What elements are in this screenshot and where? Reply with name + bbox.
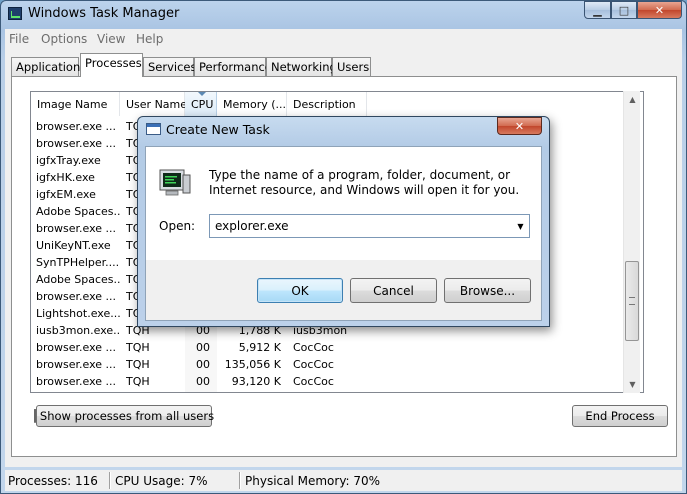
process-user: TQH bbox=[126, 375, 150, 388]
table-row[interactable]: browser.exe ... TQH 00 93,120 K CocCoc bbox=[31, 373, 631, 390]
process-user: TQH bbox=[126, 392, 186, 393]
tab-applications[interactable]: Applications bbox=[11, 57, 86, 76]
process-cpu: 00 bbox=[196, 392, 216, 393]
dialog-message: Type the name of a program, folder, docu… bbox=[209, 168, 520, 197]
process-name: Lightshot.exe... bbox=[36, 307, 121, 320]
process-name: iusb3mon.exe... bbox=[36, 324, 121, 337]
scroll-down-arrow-icon[interactable]: ▼ bbox=[624, 376, 641, 393]
dialog-close-button[interactable]: ✕ bbox=[497, 117, 542, 135]
status-processes: Processes: 116 bbox=[8, 474, 98, 488]
menu-view[interactable]: View bbox=[97, 32, 125, 46]
table-row[interactable]: browser.exe ... TQH 00 5,912 K CocCoc bbox=[31, 339, 631, 356]
uac-shield-icon bbox=[33, 409, 36, 423]
process-name: browser.exe ... bbox=[36, 358, 116, 371]
scroll-up-arrow-icon[interactable]: ▲ bbox=[624, 91, 641, 108]
process-memory: 135,056 K bbox=[224, 358, 281, 371]
process-memory: 5,912 K bbox=[238, 341, 281, 354]
process-name: igfxHK.exe bbox=[36, 171, 95, 184]
process-description: CocCoc bbox=[293, 375, 334, 388]
status-cpu-usage: CPU Usage: 7% bbox=[115, 474, 208, 488]
ok-button[interactable]: OK bbox=[257, 278, 343, 303]
process-name: browser.exe ... bbox=[36, 375, 116, 388]
process-name: SynTPHelper.... bbox=[36, 256, 120, 269]
menu-bar: File Options View Help bbox=[5, 29, 682, 49]
open-combobox[interactable]: explorer.exe ▼ bbox=[209, 214, 530, 238]
status-physical-memory: Physical Memory: 70% bbox=[245, 474, 381, 488]
browse-button[interactable]: Browse... bbox=[444, 278, 531, 303]
column-cpu[interactable]: CPU bbox=[185, 92, 217, 116]
status-separator bbox=[109, 472, 111, 489]
process-description: CocCoc bbox=[293, 341, 334, 354]
menu-file[interactable]: File bbox=[9, 32, 29, 46]
process-name: Adobe Spaces... bbox=[36, 205, 121, 218]
status-bar: Processes: 116 CPU Usage: 7% Physical Me… bbox=[5, 470, 682, 491]
process-cpu: 00 bbox=[196, 358, 210, 371]
vertical-scrollbar[interactable]: ▲ ▼ bbox=[623, 91, 640, 393]
column-description[interactable]: Description bbox=[287, 92, 367, 116]
end-process-button[interactable]: End Process bbox=[572, 405, 668, 427]
status-separator bbox=[239, 472, 241, 489]
task-manager-icon bbox=[8, 7, 22, 20]
tab-users[interactable]: Users bbox=[332, 57, 371, 76]
process-name: browser.exe ... bbox=[36, 120, 116, 133]
column-image-name[interactable]: Image Name bbox=[31, 92, 120, 116]
process-name: browser.exe ... bbox=[36, 290, 116, 303]
process-memory: 93,120 K bbox=[231, 375, 281, 388]
process-user: TQH bbox=[126, 341, 150, 354]
cancel-button[interactable]: Cancel bbox=[350, 278, 437, 303]
window-icon bbox=[146, 123, 161, 135]
process-cpu: 00 bbox=[196, 375, 210, 388]
column-user-name[interactable]: User Name bbox=[120, 92, 187, 116]
window-title: Windows Task Manager bbox=[28, 6, 180, 21]
table-row[interactable]: browser.exe ... TQH 00 135,056 K CocCoc bbox=[31, 356, 631, 373]
process-name: browser.exe ... bbox=[36, 137, 116, 150]
process-name: browser.exe ... bbox=[36, 341, 116, 354]
process-name: sidebar.exe bbox=[36, 392, 121, 393]
maximize-button[interactable]: □ bbox=[611, 1, 637, 19]
close-button[interactable]: ✕ bbox=[637, 1, 682, 19]
process-cpu: 00 bbox=[196, 341, 210, 354]
process-name: igfxTray.exe bbox=[36, 154, 101, 167]
open-label: Open: bbox=[159, 219, 196, 233]
menu-options[interactable]: Options bbox=[41, 32, 87, 46]
process-user: TQH bbox=[126, 358, 150, 371]
run-program-icon bbox=[159, 169, 191, 196]
table-row[interactable]: sidebar.exe TQH 0014,536 K Windows ... bbox=[31, 390, 631, 393]
tab-networking[interactable]: Networking bbox=[266, 57, 337, 76]
dialog-title: Create New Task bbox=[166, 122, 270, 137]
list-header: Image Name User Name CPU Memory (... Des… bbox=[31, 92, 643, 116]
process-name: UniKeyNT.exe bbox=[36, 239, 111, 252]
title-bar[interactable]: Windows Task Manager ▁ □ ✕ bbox=[1, 1, 686, 27]
tab-processes[interactable]: Processes bbox=[80, 53, 143, 77]
minimize-button[interactable]: ▁ bbox=[584, 1, 611, 19]
dropdown-arrow-icon[interactable]: ▼ bbox=[512, 215, 529, 237]
process-name: browser.exe ... bbox=[36, 222, 116, 235]
process-description: CocCoc bbox=[293, 358, 334, 371]
dialog-content: Type the name of a program, folder, docu… bbox=[146, 147, 541, 260]
scroll-thumb[interactable] bbox=[625, 261, 639, 341]
show-all-processes-button[interactable]: Show processes from all users bbox=[33, 405, 215, 427]
process-memory: 14,536 K bbox=[219, 392, 281, 393]
tab-performance[interactable]: Performance bbox=[194, 57, 272, 76]
show-all-label: Show processes from all users bbox=[39, 409, 215, 423]
tab-services[interactable]: Services bbox=[143, 57, 197, 76]
process-name: igfxEM.exe bbox=[36, 188, 96, 201]
process-description: Windows ... bbox=[293, 392, 363, 393]
create-new-task-dialog: Create New Task ✕ Type the name of a pro… bbox=[137, 116, 550, 327]
menu-help[interactable]: Help bbox=[136, 32, 163, 46]
column-memory[interactable]: Memory (... bbox=[217, 92, 287, 116]
open-input[interactable]: explorer.exe bbox=[215, 219, 289, 233]
dialog-body: Type the name of a program, folder, docu… bbox=[145, 146, 542, 321]
process-name: Adobe Spaces... bbox=[36, 273, 121, 286]
